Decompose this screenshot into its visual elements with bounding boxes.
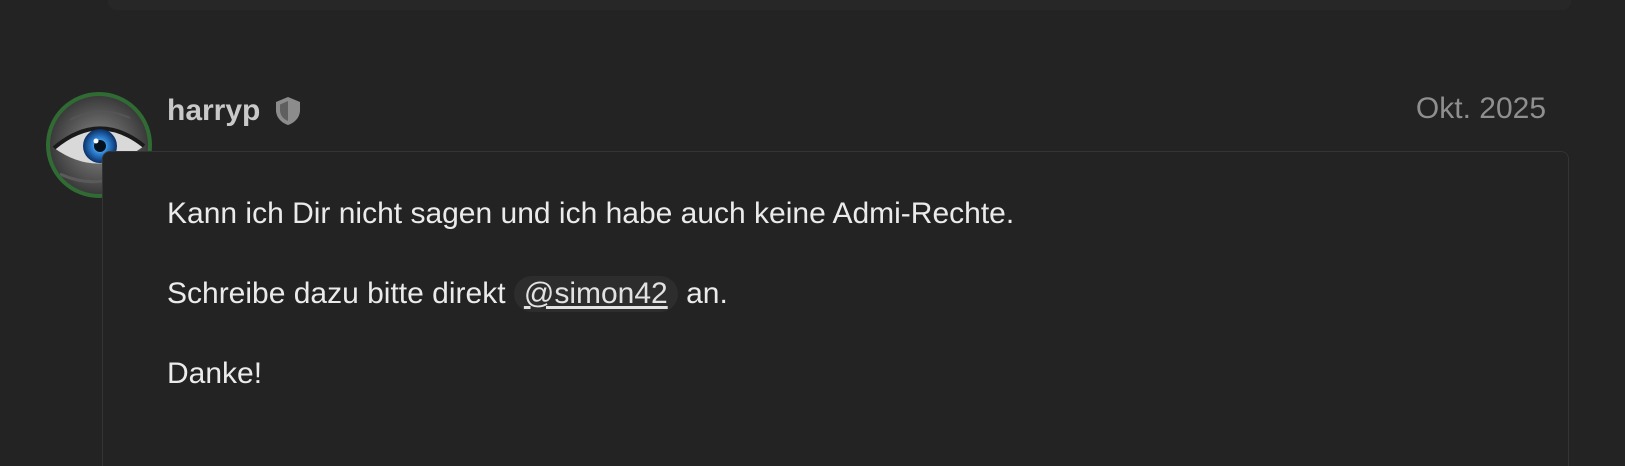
post-date[interactable]: Okt. 2025: [1416, 92, 1546, 126]
paragraph-2-text-after: an.: [677, 277, 728, 310]
paragraph-2-text-before: Schreibe dazu bitte direkt: [167, 277, 514, 310]
previous-post-edge: [108, 0, 1571, 10]
paragraph-2: Schreibe dazu bitte direkt @simon42 an.: [167, 276, 1014, 312]
shield-icon: [274, 96, 302, 126]
paragraph-3: Danke!: [167, 357, 263, 390]
post-content: Kann ich Dir nicht sagen und ich habe au…: [167, 196, 1014, 436]
forum-thread: harryp Okt. 2025 Kann ich Dir nicht sage…: [0, 0, 1625, 466]
user-mention-link[interactable]: @simon42: [513, 276, 678, 312]
paragraph-1: Kann ich Dir nicht sagen und ich habe au…: [167, 197, 1015, 230]
username[interactable]: harryp: [167, 94, 260, 128]
post-header: harryp: [167, 90, 302, 132]
